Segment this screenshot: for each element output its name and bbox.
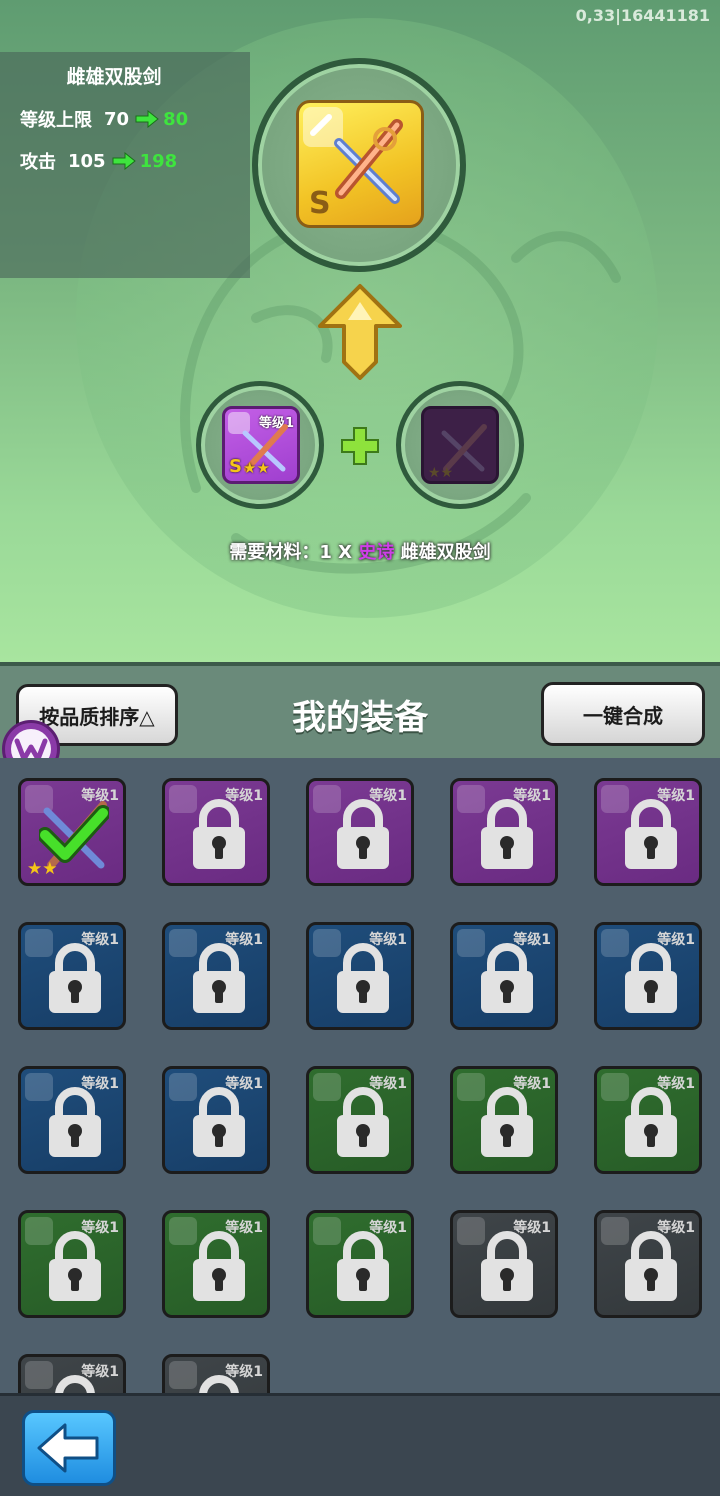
equipment-slot[interactable]: 等级1: [594, 1066, 702, 1174]
equipment-slot[interactable]: 等级1: [306, 1210, 414, 1318]
attack-label: 攻击: [20, 152, 56, 173]
lock-icon: [481, 799, 533, 869]
requirement-item: 雌雄双股剑: [400, 542, 491, 563]
twin-swords-icon: S: [303, 107, 403, 221]
lock-icon: [481, 1231, 533, 1301]
weapon-stats-panel: 雌雄双股剑 等级上限 70 80 攻击 105 198: [0, 52, 250, 278]
lock-icon: [625, 1087, 677, 1157]
material-stars: ★★: [243, 459, 270, 477]
version-text: 0,33|16441181: [575, 6, 710, 25]
equipment-slot[interactable]: 等级1: [450, 922, 558, 1030]
back-button[interactable]: [22, 1410, 116, 1486]
equipment-stars: ★★: [27, 859, 58, 879]
attack-new: 198: [139, 150, 178, 172]
lock-icon: [49, 943, 101, 1013]
equipment-slot[interactable]: 等级1: [450, 1066, 558, 1174]
requirement-rarity: 史诗: [358, 542, 395, 563]
level-cap-label: 等级上限: [20, 110, 92, 131]
svg-text:★★: ★★: [428, 465, 453, 481]
equipment-slot[interactable]: 等级1 ★★: [18, 778, 126, 886]
lock-icon: [199, 1375, 239, 1393]
lock-icon: [55, 1375, 95, 1393]
back-arrow-icon: [37, 1423, 99, 1473]
equipment-slot[interactable]: 等级1: [594, 1210, 702, 1318]
level-cap-new: 80: [163, 108, 189, 130]
required-materials-text: 需要材料：1 X 史诗 雌雄双股剑: [0, 538, 720, 564]
upgrade-arrow-icon: [318, 284, 402, 380]
equipment-slot[interactable]: 等级1: [306, 1066, 414, 1174]
lock-icon: [481, 943, 533, 1013]
lock-icon: [337, 1231, 389, 1301]
equipment-slot[interactable]: 等级1: [450, 778, 558, 886]
lock-icon: [193, 799, 245, 869]
equipment-grid: 等级1 ★★ 等级1 等级1 等级1 等级1 等级1 等级1 等级1 等级1 等级1 等级1 等级1 等级…: [0, 758, 720, 1393]
lock-icon: [481, 1087, 533, 1157]
lock-icon: [625, 943, 677, 1013]
twin-swords-silhouette-icon: ★★: [428, 424, 487, 481]
lock-icon: [193, 943, 245, 1013]
equipment-slot[interactable]: 等级1: [162, 922, 270, 1030]
equipment-slot[interactable]: 等级1: [18, 1066, 126, 1174]
requirement-prefix: 需要材料：: [229, 542, 320, 563]
one-click-merge-button[interactable]: 一键合成: [541, 682, 705, 746]
material-card[interactable]: 等级1 S ★★: [222, 406, 300, 484]
weapon-name: 雌雄双股剑: [66, 66, 162, 88]
equipment-slot[interactable]: 等级1: [594, 778, 702, 886]
lock-icon: [49, 1231, 101, 1301]
equipment-slot[interactable]: 等级1: [594, 922, 702, 1030]
attack-row: 攻击 105 198: [20, 148, 177, 174]
lock-icon: [49, 1087, 101, 1157]
equipment-slot[interactable]: 等级1: [18, 1354, 126, 1393]
equipment-panel-header: 按品质排序△ 我的装备 一键合成: [0, 662, 720, 758]
lock-icon: [337, 799, 389, 869]
merge-preview-area: 0,33|16441181 雌雄双股剑 等级上限 70 80 攻击 105 19…: [0, 0, 720, 662]
equipment-slot[interactable]: 等级1: [162, 1354, 270, 1393]
equipment-slot[interactable]: 等级1: [162, 778, 270, 886]
level-cap-old: 70: [104, 108, 130, 130]
lock-icon: [625, 799, 677, 869]
equipment-slot[interactable]: 等级1: [162, 1066, 270, 1174]
level-cap-row: 等级上限 70 80: [20, 106, 188, 132]
material-grade: S: [229, 456, 242, 477]
grade-letter: S: [309, 186, 331, 221]
lock-icon: [193, 1087, 245, 1157]
lock-icon: [337, 943, 389, 1013]
equipment-slot[interactable]: 等级1: [306, 922, 414, 1030]
equipment-slot[interactable]: 等级1: [450, 1210, 558, 1318]
plus-icon: [341, 427, 379, 465]
result-weapon-card[interactable]: S: [296, 100, 424, 228]
lock-icon: [625, 1231, 677, 1301]
required-material-ghost[interactable]: ★★: [421, 406, 499, 484]
lock-icon: [193, 1231, 245, 1301]
equipment-slot[interactable]: 等级1: [162, 1210, 270, 1318]
attack-old: 105: [68, 150, 106, 172]
equipment-slot[interactable]: 等级1: [306, 778, 414, 886]
lock-icon: [337, 1087, 389, 1157]
bottom-bar: [0, 1393, 720, 1496]
checkmark-icon: [39, 805, 109, 863]
green-arrow-icon: [112, 152, 136, 170]
equipment-slot[interactable]: 等级1: [18, 1210, 126, 1318]
green-arrow-icon: [135, 110, 159, 128]
equipment-slot[interactable]: 等级1: [18, 922, 126, 1030]
requirement-count: 1 X: [319, 542, 353, 563]
